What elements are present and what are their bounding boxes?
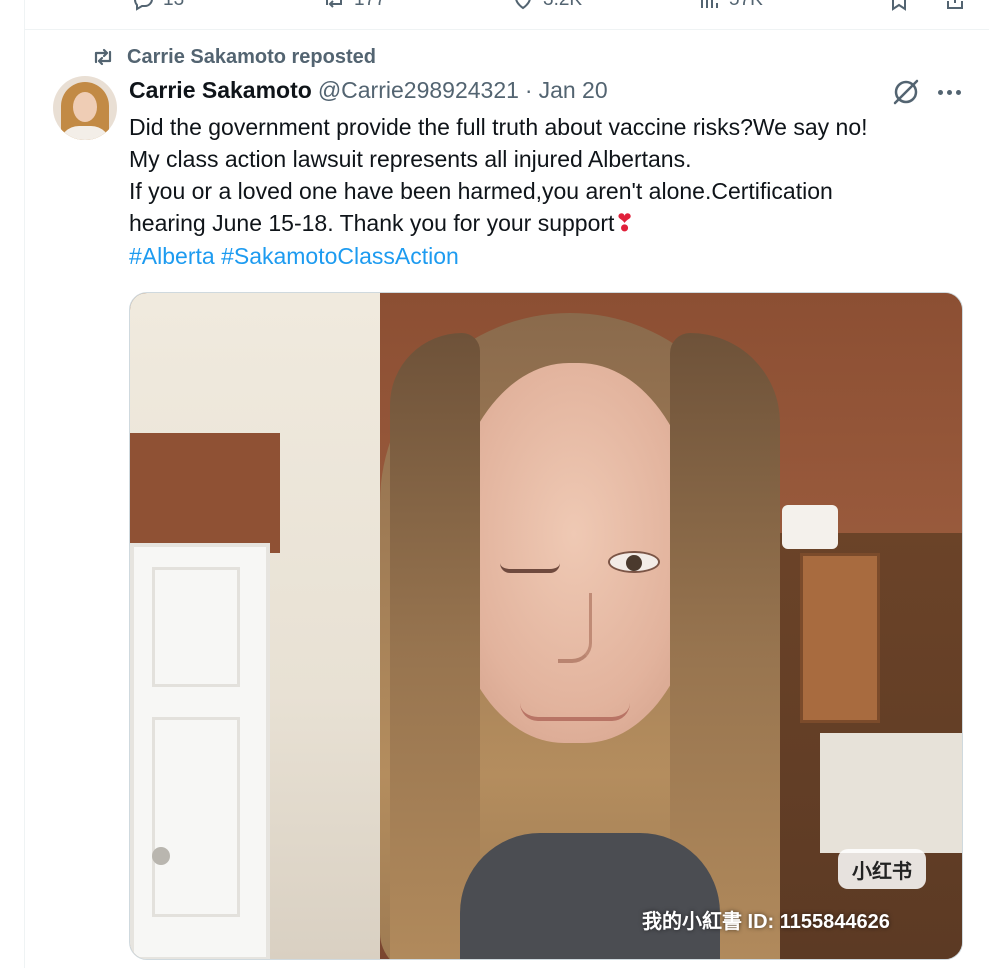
bookmark-icon [892, 0, 906, 11]
watermark-text: 我的小紅書 ID: 1155844626 [642, 911, 890, 933]
separator: · [524, 76, 533, 103]
hashtag-line: #Alberta #SakamotoClassAction [129, 240, 974, 272]
avatar-face [73, 92, 97, 122]
reply-button[interactable]: 13 [131, 0, 184, 12]
tweet-text-line: My class action lawsuit represents all i… [129, 146, 692, 172]
repost-button[interactable]: 177 [322, 0, 386, 12]
repost-icon [94, 48, 112, 66]
more-options-icon[interactable] [935, 80, 963, 104]
bookmark-button[interactable] [887, 0, 911, 12]
tweet-date[interactable]: Jan 20 [539, 77, 608, 104]
timeline-feed: 13 177 3.2K 57K Carrie Sakamoto reposted [24, 0, 989, 968]
author-name[interactable]: Carrie Sakamoto [129, 77, 312, 104]
share-icon [947, 0, 963, 9]
tweet-text-line-last: hearing June 15-18. Thank you for your s… [129, 207, 974, 240]
grok-icon[interactable] [891, 77, 921, 107]
xiaohongshu-badge: 小红书 [838, 849, 926, 889]
share-button[interactable] [943, 0, 967, 12]
views-button[interactable]: 57K [697, 0, 763, 12]
tweet-text-line: hearing June 15-18. Thank you for your s… [129, 210, 615, 236]
repost-label: Carrie Sakamoto reposted [127, 45, 376, 68]
analytics-icon [701, 0, 718, 8]
photo-face [448, 363, 700, 743]
avatar[interactable] [53, 76, 117, 140]
reply-count: 13 [163, 0, 184, 11]
tweet-text-line: If you or a loved one have been harmed,y… [129, 178, 833, 204]
tweet-body: Did the government provide the full trut… [129, 111, 974, 272]
hashtag-link[interactable]: #Alberta [129, 243, 215, 269]
reply-icon [133, 0, 153, 11]
door [130, 543, 270, 959]
author-handle[interactable]: @Carrie298924321 [318, 77, 519, 104]
repost-icon [326, 0, 342, 8]
tweet-photo[interactable]: 小红书 我的小紅書 ID: 1155844626 [129, 292, 963, 960]
like-button[interactable]: 3.2K [511, 0, 582, 12]
like-count: 3.2K [543, 0, 582, 11]
repost-count: 177 [354, 0, 386, 11]
tweet-text-line: Did the government provide the full trut… [129, 114, 868, 140]
heart-icon [515, 0, 531, 10]
heart-exclamation-emoji: ❣ [614, 210, 635, 237]
view-count: 57K [729, 0, 763, 11]
hashtag-link[interactable]: #SakamotoClassAction [221, 243, 459, 269]
previous-tweet-action-bar: 13 177 3.2K 57K [25, 0, 989, 30]
repost-indicator[interactable]: Carrie Sakamoto reposted [91, 44, 376, 70]
tweet-header: Carrie Sakamoto @Carrie298924321 · Jan 2… [129, 75, 608, 105]
